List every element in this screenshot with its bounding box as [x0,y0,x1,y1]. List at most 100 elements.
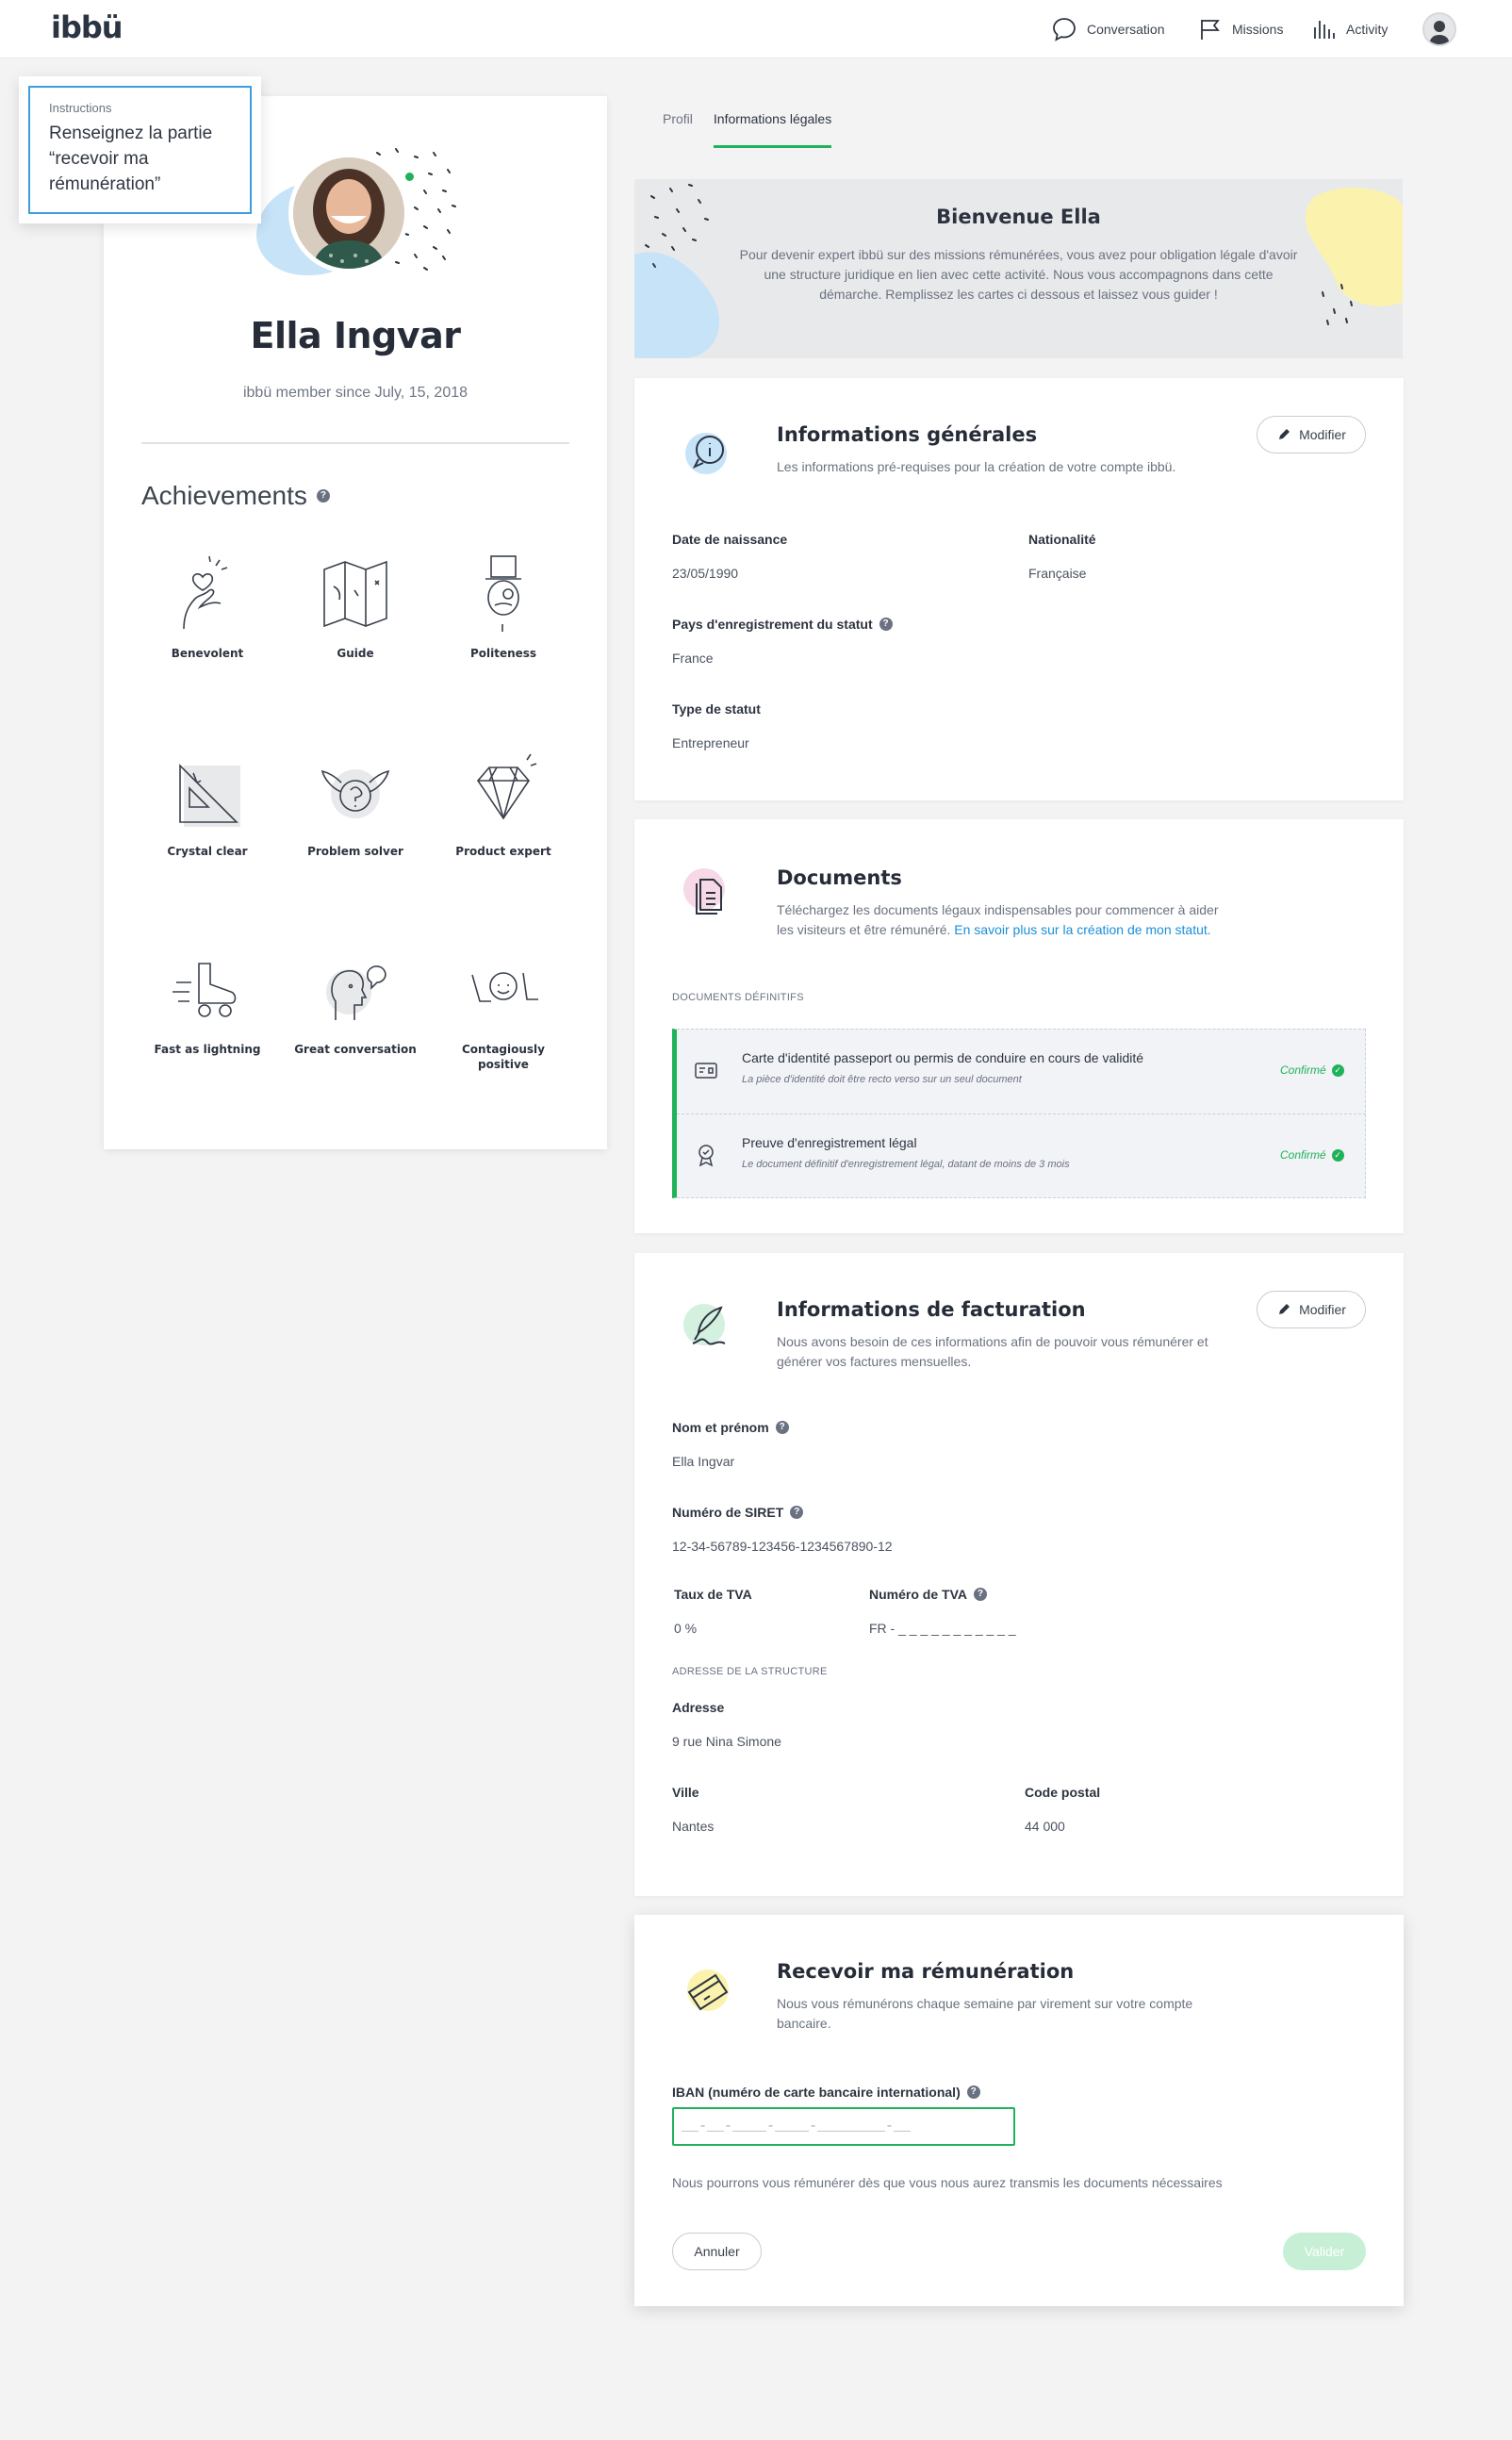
tab-informations-legales[interactable]: Informations légales [713,111,832,148]
info-bubble-icon [685,433,727,474]
achievement-guide[interactable]: Guide [289,549,421,661]
achievement-politeness[interactable]: Politeness [437,549,569,661]
achievement-benevolent[interactable]: Benevolent [141,549,273,661]
document-icon [683,868,725,915]
achievement-crystal-clear[interactable]: Crystal clear [141,747,273,859]
gentleman-hat-icon [485,555,521,632]
set-square-icon [179,764,240,827]
diamond-icon [476,753,537,820]
help-icon[interactable]: ? [316,489,330,503]
help-icon[interactable]: ? [879,618,893,631]
nav-conversation-label: Conversation [1087,22,1165,37]
winged-question-icon [320,769,390,818]
payment-note: Nous pourrons vous rémunérer dès que vou… [672,2175,1223,2190]
credit-card-icon [687,1970,729,2011]
status-type-value: Entrepreneur [672,735,749,750]
payment-subtitle: Nous vous rémunérons chaque semaine par … [777,1996,1193,2031]
banner-text: Pour devenir expert ibbü sur des mission… [739,247,1298,302]
achievement-great-conversation[interactable]: Great conversation [289,945,421,1057]
achievement-product-expert[interactable]: Product expert [437,747,569,859]
achievement-contagiously-positive[interactable]: Contagiously positive [437,945,569,1072]
help-icon[interactable]: ? [973,1588,987,1601]
status-confirmed: Confirmé ✓ [1280,1063,1344,1077]
pencil-icon [1279,1304,1290,1314]
siret-value: 12-34-56789-123456-1234567890-12 [672,1539,893,1554]
documents-section-caption: DOCUMENTS DÉFINITIFS [672,992,804,1003]
address-value: 9 rue Nina Simone [672,1734,781,1749]
address-section-caption: ADRESSE DE LA STRUCTURE [672,1666,828,1677]
documents-list: Carte d'identité passeport ou permis de … [672,1029,1366,1198]
modify-general-button[interactable]: Modifier [1257,416,1366,453]
documents-subtitle: Téléchargez les documents légaux indispe… [777,902,1219,937]
online-status-dot [403,171,416,183]
profile-photo [288,153,409,273]
instructions-text: Renseignez la partie “recevoir ma rémuné… [49,124,213,194]
payment-title: Recevoir ma rémunération [777,1960,1075,1983]
postal-code-label: Code postal [1025,1785,1101,1800]
vat-number-label: Numéro de TVA? [869,1587,987,1602]
member-since: ibbü member since July, 15, 2018 [242,385,468,401]
talking-head-icon [326,965,386,1020]
profile-card: Ella Ingvar ibbü member since July, 15, … [104,96,607,1149]
city-label: Ville [672,1785,699,1800]
status-confirmed: Confirmé ✓ [1280,1148,1344,1162]
instructions-title: Instructions [49,101,112,115]
cancel-button[interactable]: Annuler [672,2233,762,2270]
divider [141,442,569,444]
city-value: Nantes [672,1819,715,1834]
birth-date-value: 23/05/1990 [672,566,739,581]
document-row-registration[interactable]: Preuve d'enregistrement légal Le documen… [677,1113,1366,1197]
billing-title: Informations de facturation [777,1298,1086,1321]
roller-skate-icon [173,963,237,1017]
full-name-value: Ella Ingvar [672,1454,735,1469]
help-icon[interactable]: ? [966,2086,980,2099]
country-label: Pays d'enregistrement du statut? [672,617,893,632]
help-icon[interactable]: ? [790,1506,804,1519]
welcome-banner: Bienvenue Ella Pour devenir expert ibbü … [634,179,1403,358]
learn-more-link[interactable]: En savoir plus sur la création de mon st… [954,922,1210,937]
general-info-subtitle: Les informations pré-requises pour la cr… [777,459,1176,474]
achievement-fast-as-lightning[interactable]: Fast as lightning [141,945,273,1057]
iban-input[interactable]: __-__-____-____-________-__ [672,2107,1015,2146]
bar-chart-icon [1314,21,1335,39]
nav-missions-label: Missions [1232,22,1284,37]
nav-missions[interactable]: Missions [1196,11,1283,47]
tab-profil[interactable]: Profil [663,111,693,148]
general-info-card: Informations générales Les informations … [634,378,1404,800]
check-icon: ✓ [1331,1148,1344,1162]
nationality-value: Française [1028,566,1087,581]
postal-code-value: 44 000 [1025,1819,1065,1834]
lol-icon [471,972,538,1002]
help-icon[interactable]: ? [775,1421,789,1434]
modify-billing-button[interactable]: Modifier [1257,1291,1366,1328]
banner-title: Bienvenue Ella [936,206,1101,228]
status-type-label: Type de statut [672,701,761,717]
validate-button[interactable]: Valider [1283,2233,1366,2270]
birth-date-label: Date de naissance [672,532,788,547]
flag-icon [1201,20,1220,40]
tab-bar: Profil Informations légales [663,111,832,148]
address-label: Adresse [672,1700,725,1715]
payment-card: Recevoir ma rémunération Nous vous rémun… [634,1915,1404,2306]
id-card-icon [695,1063,717,1079]
user-avatar[interactable] [1422,12,1456,46]
nav-activity-label: Activity [1346,22,1389,37]
achievements-title: Achievements ? [141,481,330,511]
document-row-identity[interactable]: Carte d'identité passeport ou permis de … [677,1030,1366,1113]
general-info-title: Informations générales [777,423,1038,446]
vat-number-value: FR - _ _ _ _ _ _ _ _ _ _ _ [869,1621,1016,1636]
award-ribbon-icon [698,1145,714,1167]
pencil-icon [1279,429,1290,439]
iban-label: IBAN (numéro de carte bancaire internati… [672,2085,980,2100]
vat-rate-value: 0 % [674,1621,698,1636]
achievement-problem-solver[interactable]: Problem solver [289,747,421,859]
nav-activity[interactable]: Activity [1312,11,1388,47]
ibbu-logo[interactable]: ibbü [51,9,123,45]
instructions-box: Instructions Renseignez la partie “recev… [19,76,261,223]
nav-conversation[interactable]: Conversation [1051,11,1165,47]
check-icon: ✓ [1331,1063,1344,1077]
top-navbar: ibbü Conversation Missions Activity [0,0,1512,58]
siret-label: Numéro de SIRET? [672,1505,804,1520]
map-icon [323,560,387,628]
hand-heart-icon [183,555,228,630]
